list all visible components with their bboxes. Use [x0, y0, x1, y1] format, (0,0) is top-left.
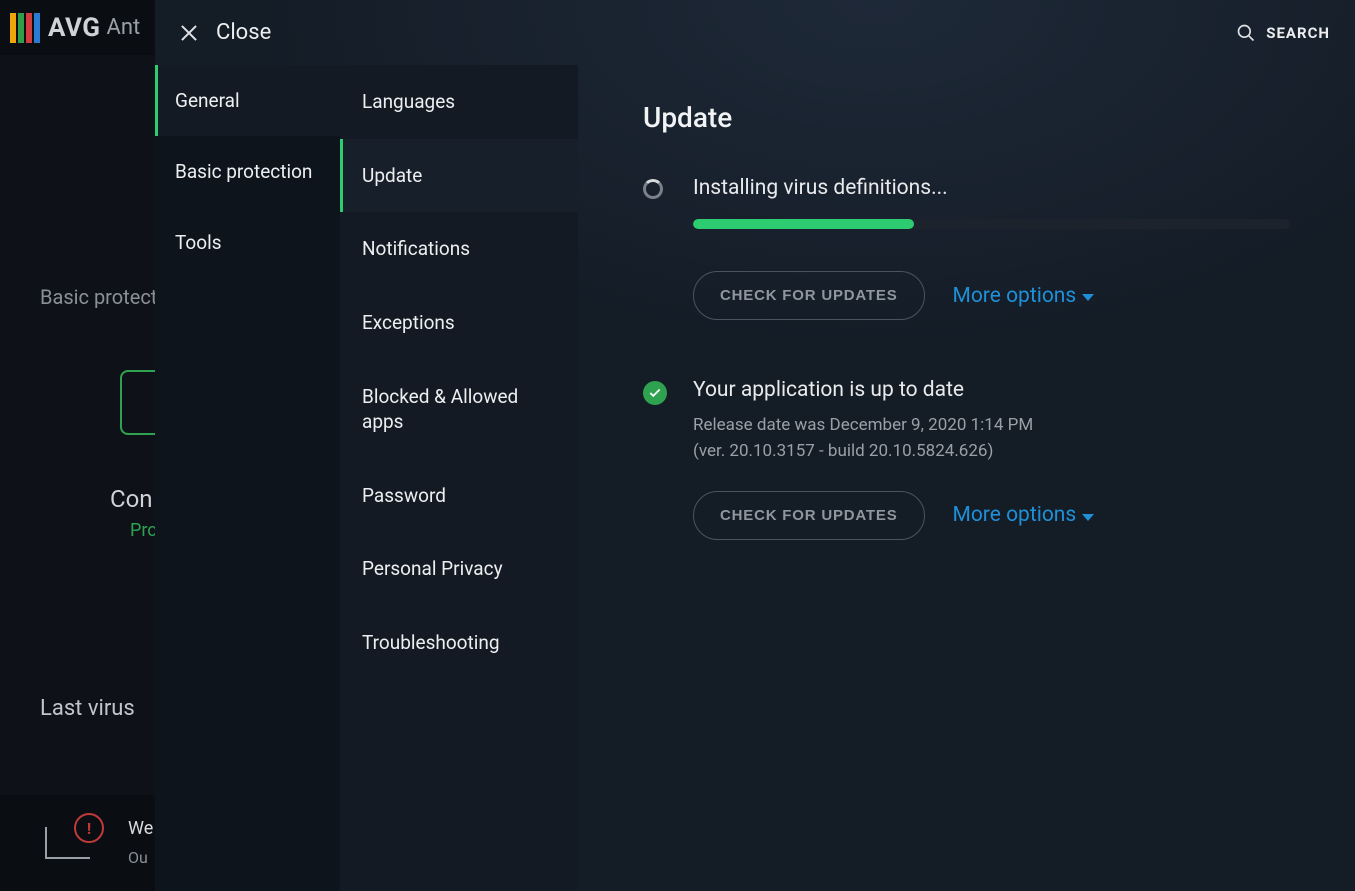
close-button[interactable]: Close — [180, 20, 271, 45]
definitions-action-row: CHECK FOR UPDATES More options — [693, 271, 1290, 320]
bg-tile-border — [120, 370, 160, 435]
nav-item-label: Exceptions — [362, 311, 455, 334]
nav-item-label: Tools — [175, 231, 222, 254]
application-status-row: Your application is up to date Release d… — [643, 378, 1290, 465]
nav-primary-basic-protection[interactable]: Basic protection — [155, 136, 340, 207]
bg-tile-status: Pro — [130, 520, 158, 541]
definitions-progress-fill — [693, 219, 914, 229]
nav-secondary-update[interactable]: Update — [340, 139, 578, 213]
bg-alert-title: We — [128, 818, 153, 839]
avg-logo-icon — [10, 13, 40, 43]
bg-tile-title: Con — [110, 485, 153, 513]
page-title: Update — [643, 101, 1290, 134]
nav-secondary-password[interactable]: Password — [340, 459, 578, 533]
nav-item-label: Blocked & Allowed apps — [362, 385, 518, 434]
definitions-progress-bar — [693, 219, 1290, 229]
application-status-body: Your application is up to date Release d… — [693, 378, 1290, 465]
bg-alert-banner — [0, 795, 155, 891]
application-more-options[interactable]: More options — [953, 503, 1095, 527]
settings-modal: Close SEARCH General Basic protection To… — [155, 0, 1355, 891]
application-status-sub: Release date was December 9, 2020 1:14 P… — [693, 412, 1290, 465]
avg-logo-text: AVG — [48, 13, 101, 43]
nav-secondary-personal-privacy[interactable]: Personal Privacy — [340, 532, 578, 606]
nav-item-label: Troubleshooting — [362, 631, 500, 654]
bg-dim-strip — [0, 55, 155, 891]
nav-item-label: Personal Privacy — [362, 557, 503, 580]
application-version: (ver. 20.10.3157 - build 20.10.5824.626) — [693, 438, 1290, 464]
bg-section-label: Basic protect — [40, 285, 157, 309]
nav-item-label: Languages — [362, 90, 455, 113]
nav-secondary-exceptions[interactable]: Exceptions — [340, 286, 578, 360]
application-release-date: Release date was December 9, 2020 1:14 P… — [693, 412, 1290, 438]
nav-secondary-languages[interactable]: Languages — [340, 65, 578, 139]
application-status-text: Your application is up to date — [693, 378, 1290, 402]
nav-secondary: Languages Update Notifications Exception… — [340, 65, 578, 891]
nav-secondary-troubleshooting[interactable]: Troubleshooting — [340, 606, 578, 680]
nav-secondary-notifications[interactable]: Notifications — [340, 212, 578, 286]
bg-app-title: Ant — [107, 15, 141, 40]
definitions-more-options[interactable]: More options — [953, 284, 1095, 308]
application-action-row: CHECK FOR UPDATES More options — [693, 491, 1290, 540]
search-label: SEARCH — [1266, 24, 1330, 42]
modal-body: General Basic protection Tools Languages… — [155, 65, 1355, 891]
alert-icon — [45, 827, 90, 859]
application-check-updates-button[interactable]: CHECK FOR UPDATES — [693, 491, 925, 540]
nav-primary-tools[interactable]: Tools — [155, 207, 340, 278]
more-options-label: More options — [953, 503, 1077, 527]
check-icon — [643, 381, 665, 403]
more-options-label: More options — [953, 284, 1077, 308]
nav-item-label: Notifications — [362, 237, 470, 260]
nav-item-label: Basic protection — [175, 160, 312, 183]
definitions-status-body: Installing virus definitions... — [693, 176, 1290, 200]
search-button[interactable]: SEARCH — [1236, 23, 1330, 43]
caret-down-icon — [1082, 514, 1094, 521]
nav-item-label: Password — [362, 484, 446, 507]
close-label: Close — [216, 20, 271, 45]
bg-last-scan: Last virus — [40, 696, 135, 721]
search-icon — [1236, 23, 1256, 43]
modal-header: Close SEARCH — [155, 0, 1355, 65]
nav-primary: General Basic protection Tools — [155, 65, 340, 891]
nav-item-label: Update — [362, 164, 422, 187]
nav-item-label: General — [175, 89, 240, 112]
definitions-check-updates-button[interactable]: CHECK FOR UPDATES — [693, 271, 925, 320]
bg-alert-sub: Ou — [128, 848, 148, 867]
nav-secondary-blocked-allowed-apps[interactable]: Blocked & Allowed apps — [340, 360, 578, 459]
spinner-icon — [643, 179, 665, 201]
nav-primary-general[interactable]: General — [155, 65, 340, 136]
close-icon — [180, 24, 198, 42]
caret-down-icon — [1082, 294, 1094, 301]
definitions-status-row: Installing virus definitions... — [643, 176, 1290, 201]
definitions-status-text: Installing virus definitions... — [693, 176, 1290, 200]
content-pane: Update Installing virus definitions... C… — [578, 65, 1355, 891]
